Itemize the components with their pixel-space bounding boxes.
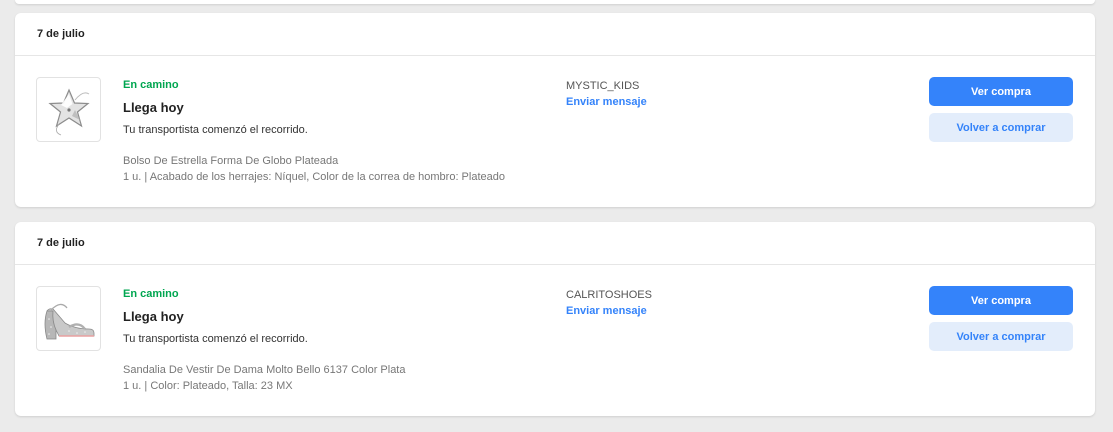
send-message-link[interactable]: Enviar mensaje [566,96,647,108]
product-name[interactable]: Bolso De Estrella Forma De Globo Platead… [123,155,338,167]
product-thumbnail[interactable] [36,286,101,351]
product-detail: 1 u. | Color: Plateado, Talla: 23 MX [123,380,293,392]
sandal-icon [44,303,94,339]
seller-name: MYSTIC_KIDS [566,80,640,92]
product-detail: 1 u. | Acabado de los herrajes: Níquel, … [123,171,505,183]
buy-again-button[interactable]: Volver a comprar [929,113,1073,142]
delivery-title: Llega hoy [123,100,184,115]
shipment-status: En camino [123,288,179,300]
delivery-description: Tu transportista comenzó el recorrido. [123,124,308,136]
buy-again-button[interactable]: Volver a comprar [929,322,1073,351]
send-message-link[interactable]: Enviar mensaje [566,305,647,317]
seller-name: CALRITOSHOES [566,289,652,301]
order-body: En camino Llega hoy Tu transportista com… [15,56,1095,207]
product-thumbnail[interactable] [36,77,101,142]
previous-card-edge [15,0,1095,4]
view-purchase-button[interactable]: Ver compra [929,77,1073,106]
order-card: 7 de julio En camino Llega hoy Tu transp… [15,222,1095,416]
shipment-status: En camino [123,79,179,91]
delivery-description: Tu transportista comenzó el recorrido. [123,333,308,345]
order-card: 7 de julio En camino Llega hoy Tu transp… [15,13,1095,207]
delivery-title: Llega hoy [123,309,184,324]
view-purchase-button[interactable]: Ver compra [929,286,1073,315]
order-date: 7 de julio [15,13,1095,56]
order-body: En camino Llega hoy Tu transportista com… [15,265,1095,416]
star-bag-icon [47,87,90,135]
order-date: 7 de julio [15,222,1095,265]
product-name[interactable]: Sandalia De Vestir De Dama Molto Bello 6… [123,364,405,376]
